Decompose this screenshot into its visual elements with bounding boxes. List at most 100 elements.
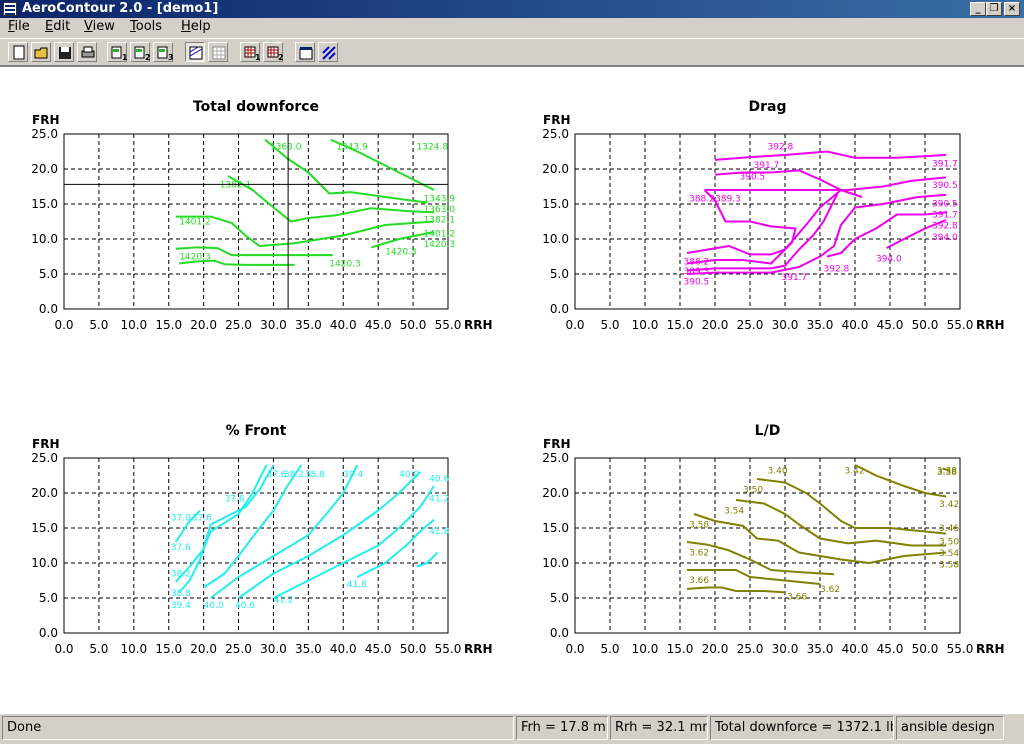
x-tick-label: 10.0 [632, 318, 659, 332]
menu-edit[interactable]: Edit [45, 19, 70, 34]
y-tick-label: 15.0 [542, 521, 569, 535]
x-tick-label: 10.0 [632, 642, 659, 656]
x-tick-label: 5.0 [600, 318, 619, 332]
x-tick-label: 30.0 [260, 642, 287, 656]
x-tick-label: 5.0 [89, 642, 108, 656]
contour-view-button[interactable] [185, 42, 205, 62]
x-tick-label: 5.0 [600, 642, 619, 656]
crosshair-tool-button[interactable] [318, 42, 338, 62]
contour-label: 391.7 [932, 211, 958, 221]
y-tick-label: 0.0 [550, 302, 569, 316]
x-tick-label: 5.0 [89, 318, 108, 332]
contour-line [209, 464, 359, 599]
contour-label: 394.0 [932, 233, 958, 243]
contour-label: 390.5 [932, 181, 958, 191]
y-tick-label: 20.0 [542, 486, 569, 500]
x-tick-label: 40.0 [842, 318, 869, 332]
y-tick-label: 20.0 [542, 162, 569, 176]
y-tick-label: 10.0 [31, 556, 58, 570]
x-axis-label: RRH [976, 642, 1005, 656]
contour-line [416, 551, 439, 568]
x-tick-label: 35.0 [295, 318, 322, 332]
crosshair-tool-icon [322, 46, 336, 60]
contour-label: 3.50 [939, 537, 959, 547]
save-button[interactable] [54, 42, 74, 62]
x-tick-label: 20.0 [702, 318, 729, 332]
contour-label: 37.6 [225, 495, 245, 505]
contour-label: 389.3 [715, 194, 741, 204]
contour-label: 38.2 [284, 470, 304, 480]
print-button[interactable] [77, 42, 97, 62]
open-folder-button[interactable] [31, 42, 51, 62]
title-bar[interactable]: AeroContour 2.0 - [demo1] _ ❐ × [0, 0, 1024, 18]
contour-line [175, 215, 435, 247]
y-axis-label: FRH [543, 113, 570, 127]
x-axis-label: RRH [464, 318, 493, 332]
chart-title: % Front [226, 423, 287, 439]
page-2-button[interactable]: 2 [130, 42, 150, 62]
contour-label: 37.6 [171, 543, 191, 553]
contour-label: 1382.1 [424, 215, 456, 225]
contour-label: 1343.9 [424, 194, 456, 204]
contour-label: 3.58 [939, 560, 959, 570]
contour-label: 1420.3 [179, 253, 211, 263]
contour-label: 3.66 [689, 576, 709, 586]
page-2-icon: 2 [134, 46, 150, 62]
restore-button[interactable]: ❐ [986, 2, 1002, 16]
x-tick-label: 45.0 [877, 318, 904, 332]
svg-text:2: 2 [278, 53, 283, 62]
contour-label: 1382.1 [220, 180, 252, 190]
contour-label: 388.2 [684, 257, 710, 267]
contour-label: 40.6 [235, 601, 255, 611]
svg-text:2: 2 [145, 53, 150, 62]
contour-label: 1363.0 [270, 143, 302, 153]
contour-label: 41.8 [347, 580, 367, 590]
minimize-button[interactable]: _ [970, 2, 986, 16]
menu-bar: File Edit View Tools Help [0, 18, 1024, 37]
menu-view[interactable]: View [84, 19, 115, 34]
grid-view-button[interactable] [208, 42, 228, 62]
properties-button[interactable] [295, 42, 315, 62]
x-tick-label: 20.0 [190, 642, 217, 656]
menu-file[interactable]: File [8, 19, 30, 34]
y-tick-label: 25.0 [31, 127, 58, 141]
chart-4: L/D FRH RRH 0.0 5.0 10.0 15.0 20.0 25.0 30.0 35.0 4… [542, 423, 1004, 656]
contour-line [854, 464, 947, 498]
x-tick-label: 50.0 [400, 642, 427, 656]
contour-label: 391.7 [932, 159, 958, 169]
contour-label: 390.5 [740, 173, 766, 183]
app-icon [3, 2, 17, 16]
y-tick-label: 5.0 [550, 267, 569, 281]
chart-title: Total downforce [193, 99, 319, 115]
contour-line [686, 586, 786, 594]
contour-label: 40.0 [399, 470, 419, 480]
y-tick-label: 5.0 [39, 267, 58, 281]
save-icon [59, 47, 71, 59]
page-3-button[interactable]: 3 [153, 42, 173, 62]
menu-help[interactable]: Help [181, 19, 211, 34]
contour-label: 3.58 [689, 521, 709, 531]
print-icon [81, 46, 95, 58]
contour-label: 3.50 [743, 486, 763, 496]
x-tick-label: 45.0 [365, 318, 392, 332]
plot-area[interactable]: Total downforce FRH RRH 0.0 5.0 10.0 15.0 20.0 2… [0, 66, 1024, 714]
new-file-button[interactable] [8, 42, 28, 62]
page-1-button[interactable]: 1 [107, 42, 127, 62]
x-axis-label: RRH [976, 318, 1005, 332]
table-2-button[interactable]: 2 [263, 42, 283, 62]
contour-label: 388.2 [689, 194, 715, 204]
contour-label: 39.4 [171, 601, 191, 611]
contour-label: 3.62 [689, 549, 709, 559]
contour-plots[interactable]: Total downforce FRH RRH 0.0 5.0 10.0 15.0 20.0 2… [0, 67, 1024, 714]
contour-label: 390.5 [684, 278, 710, 288]
status-credit: ansible design [896, 716, 1004, 740]
x-tick-label: 15.0 [667, 642, 694, 656]
close-button[interactable]: × [1004, 2, 1020, 16]
y-tick-label: 5.0 [550, 591, 569, 605]
menu-tools[interactable]: Tools [130, 19, 162, 34]
x-tick-label: 35.0 [807, 318, 834, 332]
table-1-button[interactable]: 1 [240, 42, 260, 62]
x-tick-label: 30.0 [772, 318, 799, 332]
contour-label: 3.62 [820, 585, 840, 595]
contour-label: 37.6 [192, 514, 212, 524]
